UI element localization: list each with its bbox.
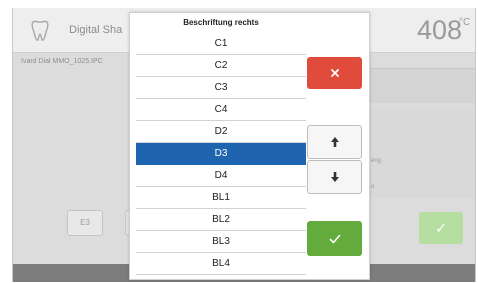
temperature-readout: 408 xyxy=(417,15,463,45)
arrow-down-icon xyxy=(330,172,339,182)
program-title: Digital Sha xyxy=(69,24,123,36)
temperature-unit: °C xyxy=(459,17,471,28)
right-panel-hint: eng xyxy=(371,158,382,164)
cancel-button[interactable] xyxy=(307,57,362,89)
label-list: C1 C2 C3 C4 D2 D3 D4 BL1 BL2 BL3 BL4 xyxy=(136,33,306,275)
list-item-c1[interactable]: C1 xyxy=(136,33,306,55)
list-item-d2[interactable]: D2 xyxy=(136,121,306,143)
right-panel xyxy=(365,68,475,103)
close-icon xyxy=(330,69,339,77)
right-panel-hint-2: o xyxy=(371,184,375,190)
right-panel-lower xyxy=(365,108,475,198)
confirm-button[interactable] xyxy=(307,221,362,256)
list-item-d3-selected[interactable]: D3 xyxy=(136,143,306,165)
list-item-bl2[interactable]: BL2 xyxy=(136,209,306,231)
dialog-title: Beschriftung rechts xyxy=(183,18,259,27)
list-item-c2[interactable]: C2 xyxy=(136,55,306,77)
list-item-bl1[interactable]: BL1 xyxy=(136,187,306,209)
list-item-bl4[interactable]: BL4 xyxy=(136,253,306,275)
move-up-button[interactable] xyxy=(307,125,362,159)
move-down-button[interactable] xyxy=(307,160,362,194)
background-confirm-button[interactable]: ✓ xyxy=(419,212,463,244)
label-selection-dialog: Beschriftung rechts C1 C2 C3 C4 D2 D3 D4… xyxy=(129,12,370,280)
list-item-c4[interactable]: C4 xyxy=(136,99,306,121)
tooth-icon xyxy=(31,20,49,41)
file-label: Ivard Dial MMO_1025.IPC xyxy=(21,58,103,65)
shade-button-e3[interactable]: E3 xyxy=(67,210,103,236)
arrow-up-icon xyxy=(330,137,339,147)
list-item-bl3[interactable]: BL3 xyxy=(136,231,306,253)
list-item-c3[interactable]: C3 xyxy=(136,77,306,99)
list-item-d4[interactable]: D4 xyxy=(136,165,306,187)
checkmark-icon xyxy=(329,234,340,243)
